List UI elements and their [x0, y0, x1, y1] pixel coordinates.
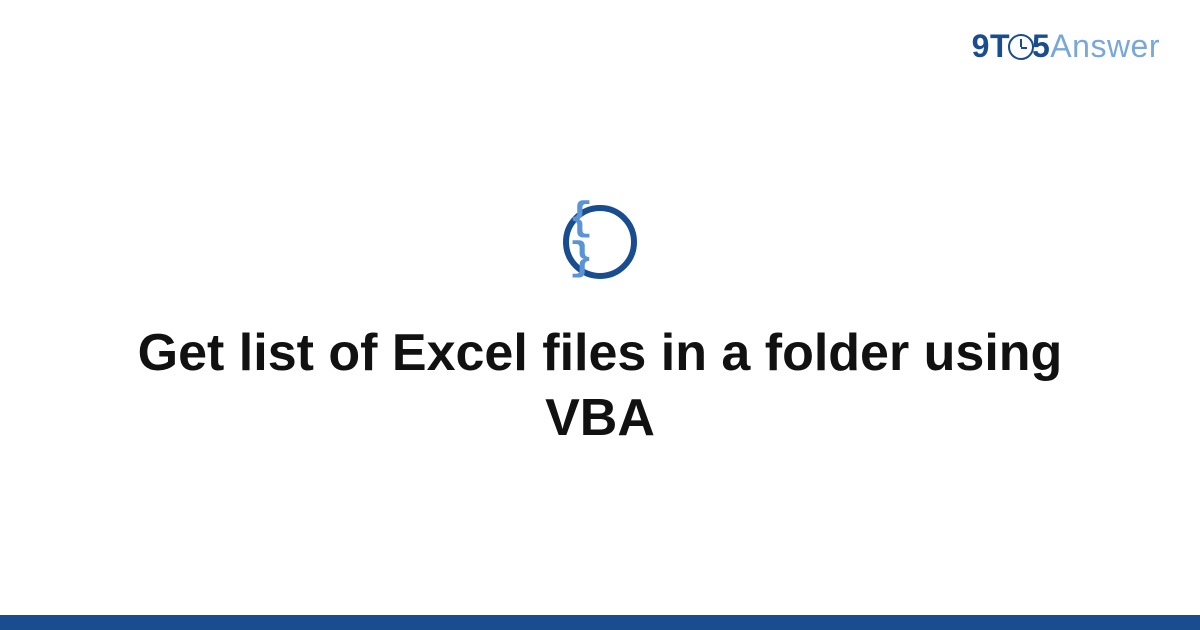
question-title: Get list of Excel files in a folder usin… — [100, 321, 1100, 451]
braces-glyph: { } — [569, 200, 631, 280]
code-braces-icon: { } — [563, 205, 637, 279]
card-content: { } Get list of Excel files in a folder … — [0, 0, 1200, 615]
bottom-accent-bar — [0, 615, 1200, 630]
